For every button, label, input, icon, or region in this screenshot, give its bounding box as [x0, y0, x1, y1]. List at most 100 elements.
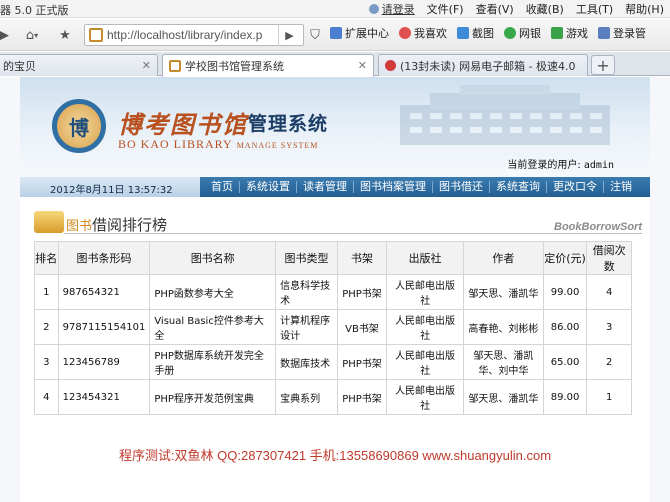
close-icon[interactable]: ✕ [142, 59, 151, 72]
nav-book-archive[interactable]: 图书档案管理 [353, 181, 432, 193]
home-button[interactable]: ⌂ ▾ [18, 24, 46, 46]
cell-barcode: 123456789 [57, 344, 151, 380]
nav-reader-management[interactable]: 读者管理 [296, 181, 353, 193]
nav-system-settings[interactable]: 系统设置 [239, 181, 296, 193]
menu-tools[interactable]: 工具(T) [570, 1, 619, 17]
cell-author: 高春艳、刘彬彬 [463, 309, 544, 345]
cell-barcode: 987654321 [57, 274, 151, 310]
cell-shelf: PHP书架 [336, 274, 387, 310]
cell-rank: 2 [34, 309, 59, 345]
cell-author: 邹天思、潘凯华、刘中华 [463, 344, 544, 380]
cell-price: 65.00 [542, 344, 588, 380]
section-english-title: BookBorrowSort [554, 221, 642, 233]
cell-barcode: 9787115154101 [57, 309, 151, 345]
address-bar[interactable] [84, 24, 304, 46]
cell-rank: 3 [34, 344, 59, 380]
cell-shelf: PHP书架 [336, 379, 387, 415]
col-price: 定价(元) [542, 241, 588, 275]
site-banner: 博 博考图书馆 管理系统 BO KAO LIBRARY MANAGE SYSTEM… [20, 77, 650, 177]
screenshot-button[interactable]: 截图 [457, 25, 494, 41]
building-illustration [400, 85, 610, 145]
security-button[interactable]: ⛉ [304, 24, 326, 46]
menu-help[interactable]: 帮助(H) [619, 1, 670, 17]
table-row: 4 123454321 PHP程序开发范例宝典 宝典系列 PHP书架 人民邮电出… [34, 379, 632, 415]
close-icon[interactable]: ✕ [358, 59, 367, 72]
cell-book-type: 宝典系列 [275, 379, 338, 415]
tab-shopping[interactable]: 的宝贝 ✕ [0, 54, 158, 76]
cell-rank: 4 [34, 379, 59, 415]
cell-book-name: Visual Basic控件参考大全 [149, 309, 277, 345]
nav-home[interactable]: 首页 [205, 181, 239, 193]
cell-borrow-count: 2 [586, 344, 632, 380]
login-link[interactable]: 请登录 [363, 1, 421, 17]
table-header-row: 排名 图书条形码 图书名称 图书类型 书架 出版社 作者 定价(元) 借阅次数 [34, 241, 632, 275]
site-icon [89, 28, 103, 42]
cell-publisher: 人民邮电出版社 [385, 379, 465, 415]
nav-change-password[interactable]: 更改口令 [546, 181, 603, 193]
cell-author: 邹天思、潘凯华 [463, 274, 544, 310]
home-icon: ⌂ [25, 27, 35, 43]
section-divider [64, 233, 642, 234]
go-button[interactable]: ▶ [278, 24, 300, 46]
cell-borrow-count: 4 [586, 274, 632, 310]
cell-book-type: 数据库技术 [275, 344, 338, 380]
cell-book-name: PHP函数参考大全 [149, 274, 277, 310]
current-user: 当前登录的用户: admin [507, 160, 614, 171]
logo-english-name: BO KAO LIBRARY MANAGE SYSTEM [118, 137, 319, 151]
menu-view[interactable]: 查看(V) [470, 1, 520, 17]
current-username: admin [583, 160, 614, 171]
current-datetime: 2012年8月11日 13:57:32 [50, 185, 173, 196]
key-icon [598, 27, 610, 39]
cell-publisher: 人民邮电出版社 [385, 344, 465, 380]
back-arrow-icon: ▶ [0, 27, 9, 43]
cell-borrow-count: 3 [586, 309, 632, 345]
plus-icon: + [596, 55, 610, 75]
extensions-button[interactable]: 扩展中心 [330, 25, 389, 41]
col-author: 作者 [463, 241, 544, 275]
menu-file[interactable]: 文件(F) [421, 1, 470, 17]
like-button[interactable]: 我喜欢 [399, 25, 447, 41]
cell-book-name: PHP程序开发范例宝典 [149, 379, 277, 415]
browser-toolbar: ▶ ⌂▾ ★ ▶ ⛉ 扩展中心 我喜欢 截图 网银 游戏 [0, 19, 670, 51]
cell-author: 邹天思、潘凯华 [463, 379, 544, 415]
cell-book-type: 计算机程序设计 [275, 309, 338, 345]
col-borrow-count: 借阅次数 [586, 241, 632, 275]
section-title: 图书借阅排行榜 [66, 216, 168, 234]
col-shelf: 书架 [336, 241, 387, 275]
scissors-icon [457, 27, 469, 39]
cell-rank: 1 [34, 274, 59, 310]
nav-logout[interactable]: 注销 [603, 181, 638, 193]
cell-shelf: VB书架 [336, 309, 387, 345]
new-tab-button[interactable]: + [591, 55, 615, 75]
nav-system-query[interactable]: 系统查询 [489, 181, 546, 193]
games-button[interactable]: 游戏 [551, 25, 588, 41]
cell-price: 99.00 [542, 274, 588, 310]
borrow-ranking-table: 排名 图书条形码 图书名称 图书类型 书架 出版社 作者 定价(元) 借阅次数 … [34, 241, 632, 415]
cell-price: 86.00 [542, 309, 588, 345]
logo-system-name: 管理系统 [248, 113, 329, 135]
url-input[interactable] [107, 28, 277, 42]
cell-shelf: PHP书架 [336, 344, 387, 380]
main-nav: 2012年8月11日 13:57:32 首页 系统设置 读者管理 图书档案管理 … [20, 177, 650, 197]
shield-icon: ⛉ [310, 27, 320, 43]
col-barcode: 图书条形码 [57, 241, 151, 275]
table-row: 2 9787115154101 Visual Basic控件参考大全 计算机程序… [34, 309, 632, 345]
heart-icon [399, 27, 411, 39]
books-icon [34, 211, 64, 233]
app-title: 器 5.0 正式版 [0, 4, 69, 17]
col-publisher: 出版社 [385, 241, 465, 275]
library-logo: 博 [52, 99, 106, 153]
tab-library[interactable]: 学校图书馆管理系统 ✕ [162, 54, 374, 77]
cell-barcode: 123454321 [57, 379, 151, 415]
section-header: 图书借阅排行榜 BookBorrowSort [34, 211, 642, 235]
nav-borrow-return[interactable]: 图书借还 [432, 181, 489, 193]
banking-button[interactable]: 网银 [504, 25, 541, 41]
login-manager-button[interactable]: 登录管 [598, 25, 646, 41]
favorite-star-button[interactable]: ★ [54, 24, 76, 46]
col-book-name: 图书名称 [149, 241, 277, 275]
cell-price: 89.00 [542, 379, 588, 415]
back-button[interactable]: ▶ [0, 24, 12, 46]
menu-favorites[interactable]: 收藏(B) [520, 1, 570, 17]
tab-mail[interactable]: (13封未读) 网易电子邮箱 - 极速4.0 [378, 54, 588, 76]
user-icon [368, 4, 379, 14]
